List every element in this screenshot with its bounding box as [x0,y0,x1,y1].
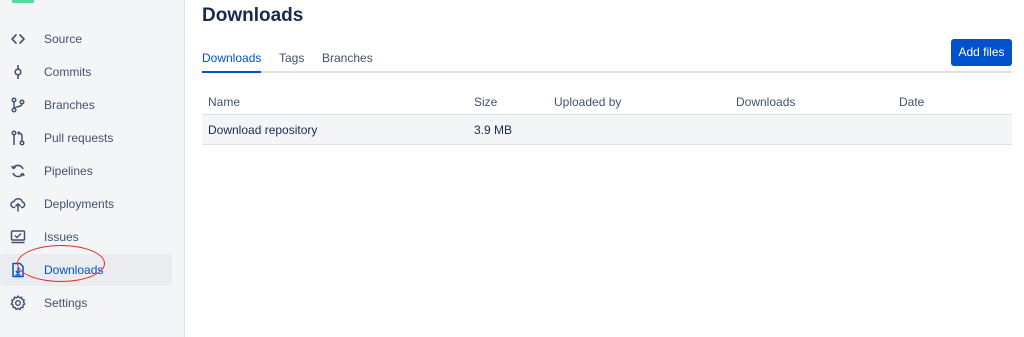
column-header-name[interactable]: Name [208,95,240,109]
sidebar-item-label: Downloads [44,263,104,277]
downloads-icon [10,262,26,278]
file-name-link[interactable]: Download repository [208,123,317,137]
page-title: Downloads [202,5,304,26]
sidebar-item-branches[interactable]: Branches [0,89,172,121]
sidebar-item-label: Source [44,32,83,46]
downloads-table: Name Size Uploaded by Downloads Date Dow… [202,88,1012,145]
table-header: Name Size Uploaded by Downloads Date [202,88,1012,114]
main-content: Downloads Downloads Tags Branches Add fi… [185,0,1024,337]
column-header-size[interactable]: Size [474,95,497,109]
tab-branches[interactable]: Branches [322,51,373,71]
sidebar-item-label: Pipelines [44,164,93,178]
commit-icon [10,64,26,80]
sidebar-item-label: Branches [44,98,95,112]
tab-tags[interactable]: Tags [279,51,304,71]
sidebar-item-settings[interactable]: Settings [0,287,172,319]
pull-request-icon [10,130,26,146]
tab-bar: Downloads Tags Branches [202,43,1012,73]
sidebar: Source Commits Branches Pull requests Pi [0,0,185,337]
sidebar-item-label: Issues [44,230,79,244]
table-row[interactable]: Download repository 3.9 MB [202,114,1012,145]
column-header-date[interactable]: Date [899,95,924,109]
sidebar-item-downloads[interactable]: Downloads [0,254,172,286]
sidebar-item-label: Deployments [44,197,115,211]
cloud-upload-icon [10,196,26,212]
sidebar-item-commits[interactable]: Commits [0,56,172,88]
sidebar-top-accent [12,0,34,3]
sidebar-item-issues[interactable]: Issues [0,221,172,253]
app-window: Source Commits Branches Pull requests Pi [0,0,1024,337]
sidebar-item-label: Settings [44,296,88,310]
code-icon [10,31,26,47]
branch-icon [10,97,26,113]
sidebar-item-pipelines[interactable]: Pipelines [0,155,172,187]
file-size: 3.9 MB [474,123,513,137]
add-files-button[interactable]: Add files [951,39,1012,66]
pipelines-icon [10,163,26,179]
column-header-uploaded-by[interactable]: Uploaded by [554,95,621,109]
sidebar-item-label: Commits [44,65,92,79]
tab-downloads[interactable]: Downloads [202,51,262,73]
sidebar-item-pull-requests[interactable]: Pull requests [0,122,172,154]
column-header-downloads[interactable]: Downloads [736,95,795,109]
issues-icon [10,229,26,245]
sidebar-item-label: Pull requests [44,131,114,145]
sidebar-item-deployments[interactable]: Deployments [0,188,172,220]
sidebar-item-source[interactable]: Source [0,23,172,55]
gear-icon [10,295,26,311]
